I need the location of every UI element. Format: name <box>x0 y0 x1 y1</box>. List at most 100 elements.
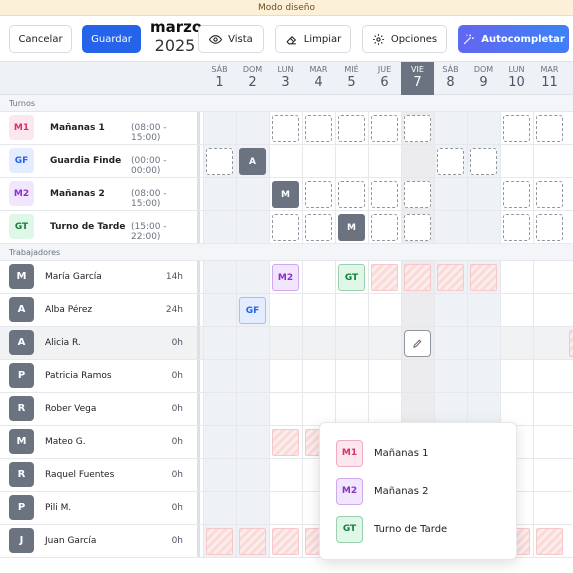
grid-cell[interactable] <box>269 360 302 392</box>
options-button[interactable]: Opciones <box>362 25 447 53</box>
grid-cell[interactable] <box>533 294 566 326</box>
day-column-header[interactable]: MAR 11 <box>533 62 566 96</box>
save-button[interactable]: Guardar <box>82 25 141 53</box>
day-column-header[interactable]: LUN 10 <box>500 62 533 96</box>
empty-shift-slot[interactable] <box>206 148 233 175</box>
shift-option-gt[interactable]: GT Turno de Tarde <box>336 515 506 543</box>
shift-option-m2[interactable]: M2 Mañanas 2 <box>336 477 506 505</box>
grid-cell[interactable] <box>533 261 566 293</box>
grid-cell[interactable] <box>236 327 269 359</box>
day-column-header[interactable]: SÁB 1 <box>203 62 236 96</box>
assigned-worker-chip[interactable]: M <box>338 214 365 241</box>
grid-cell[interactable] <box>203 459 236 491</box>
grid-cell[interactable] <box>500 145 533 177</box>
grid-cell[interactable] <box>302 327 335 359</box>
grid-cell[interactable] <box>203 112 236 144</box>
grid-cell[interactable] <box>533 393 566 425</box>
grid-cell[interactable] <box>533 145 566 177</box>
clear-button[interactable]: Limpiar <box>275 25 351 53</box>
day-column-header[interactable]: DOM 2 <box>236 62 269 96</box>
view-button[interactable]: Vista <box>198 25 264 53</box>
grid-cell[interactable] <box>203 211 236 243</box>
grid-cell[interactable] <box>269 393 302 425</box>
empty-shift-slot[interactable] <box>272 214 299 241</box>
grid-cell[interactable] <box>203 492 236 524</box>
grid-cell[interactable] <box>236 261 269 293</box>
grid-cell[interactable] <box>302 360 335 392</box>
grid-cell[interactable] <box>203 261 236 293</box>
grid-cell[interactable] <box>434 327 467 359</box>
empty-shift-slot[interactable] <box>371 181 398 208</box>
empty-shift-slot[interactable] <box>404 115 431 142</box>
grid-cell[interactable] <box>269 459 302 491</box>
grid-cell[interactable] <box>467 112 500 144</box>
grid-cell[interactable] <box>500 294 533 326</box>
grid-cell[interactable] <box>302 261 335 293</box>
grid-cell[interactable] <box>203 426 236 458</box>
grid-cell[interactable] <box>302 145 335 177</box>
empty-shift-slot[interactable] <box>470 148 497 175</box>
assigned-shift-chip[interactable]: GF <box>239 297 266 324</box>
grid-cell[interactable] <box>203 327 236 359</box>
grid-cell[interactable] <box>467 327 500 359</box>
day-column-header[interactable]: LUN 3 <box>269 62 302 96</box>
assigned-shift-chip[interactable]: M2 <box>272 264 299 291</box>
empty-shift-slot[interactable] <box>404 214 431 241</box>
grid-cell[interactable] <box>434 360 467 392</box>
grid-cell[interactable] <box>467 178 500 210</box>
grid-cell[interactable] <box>434 178 467 210</box>
grid-cell[interactable] <box>434 294 467 326</box>
empty-shift-slot[interactable] <box>503 214 530 241</box>
empty-shift-slot[interactable] <box>503 115 530 142</box>
grid-cell[interactable] <box>467 360 500 392</box>
empty-shift-slot[interactable] <box>404 181 431 208</box>
grid-cell[interactable] <box>236 178 269 210</box>
empty-shift-slot[interactable] <box>371 115 398 142</box>
grid-cell[interactable] <box>434 211 467 243</box>
day-column-header[interactable]: MIÉ 5 <box>335 62 368 96</box>
day-column-header[interactable]: MAR 4 <box>302 62 335 96</box>
grid-cell[interactable] <box>335 393 368 425</box>
grid-cell[interactable] <box>236 360 269 392</box>
grid-cell[interactable] <box>434 393 467 425</box>
edit-cell-button[interactable] <box>404 330 431 357</box>
empty-shift-slot[interactable] <box>536 115 563 142</box>
grid-cell[interactable] <box>467 294 500 326</box>
grid-cell[interactable] <box>368 145 401 177</box>
grid-cell[interactable] <box>500 360 533 392</box>
grid-cell[interactable] <box>533 459 566 491</box>
grid-cell[interactable] <box>236 459 269 491</box>
grid-cell[interactable] <box>500 261 533 293</box>
autocomplete-button[interactable]: Autocompletar <box>458 25 569 53</box>
grid-cell[interactable] <box>236 211 269 243</box>
grid-cell[interactable] <box>368 294 401 326</box>
grid-cell[interactable] <box>533 327 566 359</box>
shift-option-m1[interactable]: M1 Mañanas 1 <box>336 439 506 467</box>
grid-cell[interactable] <box>401 393 434 425</box>
grid-cell[interactable] <box>368 393 401 425</box>
grid-cell[interactable] <box>269 294 302 326</box>
grid-cell[interactable] <box>467 211 500 243</box>
day-column-header[interactable]: DOM 9 <box>467 62 500 96</box>
empty-shift-slot[interactable] <box>338 115 365 142</box>
grid-cell[interactable] <box>500 327 533 359</box>
grid-cell[interactable] <box>302 294 335 326</box>
empty-shift-slot[interactable] <box>338 181 365 208</box>
grid-cell[interactable] <box>203 294 236 326</box>
grid-cell[interactable] <box>500 393 533 425</box>
empty-shift-slot[interactable] <box>305 181 332 208</box>
grid-cell[interactable] <box>434 112 467 144</box>
grid-cell[interactable] <box>203 393 236 425</box>
assigned-shift-chip[interactable]: GT <box>338 264 365 291</box>
grid-cell[interactable] <box>533 426 566 458</box>
grid-cell[interactable] <box>335 360 368 392</box>
grid-cell[interactable] <box>236 393 269 425</box>
grid-cell[interactable] <box>269 492 302 524</box>
grid-cell[interactable] <box>236 492 269 524</box>
day-column-header[interactable]: VIE 7 <box>401 62 434 96</box>
grid-cell[interactable] <box>401 294 434 326</box>
empty-shift-slot[interactable] <box>305 214 332 241</box>
grid-cell[interactable] <box>269 327 302 359</box>
assigned-worker-chip[interactable]: M <box>272 181 299 208</box>
empty-shift-slot[interactable] <box>272 115 299 142</box>
